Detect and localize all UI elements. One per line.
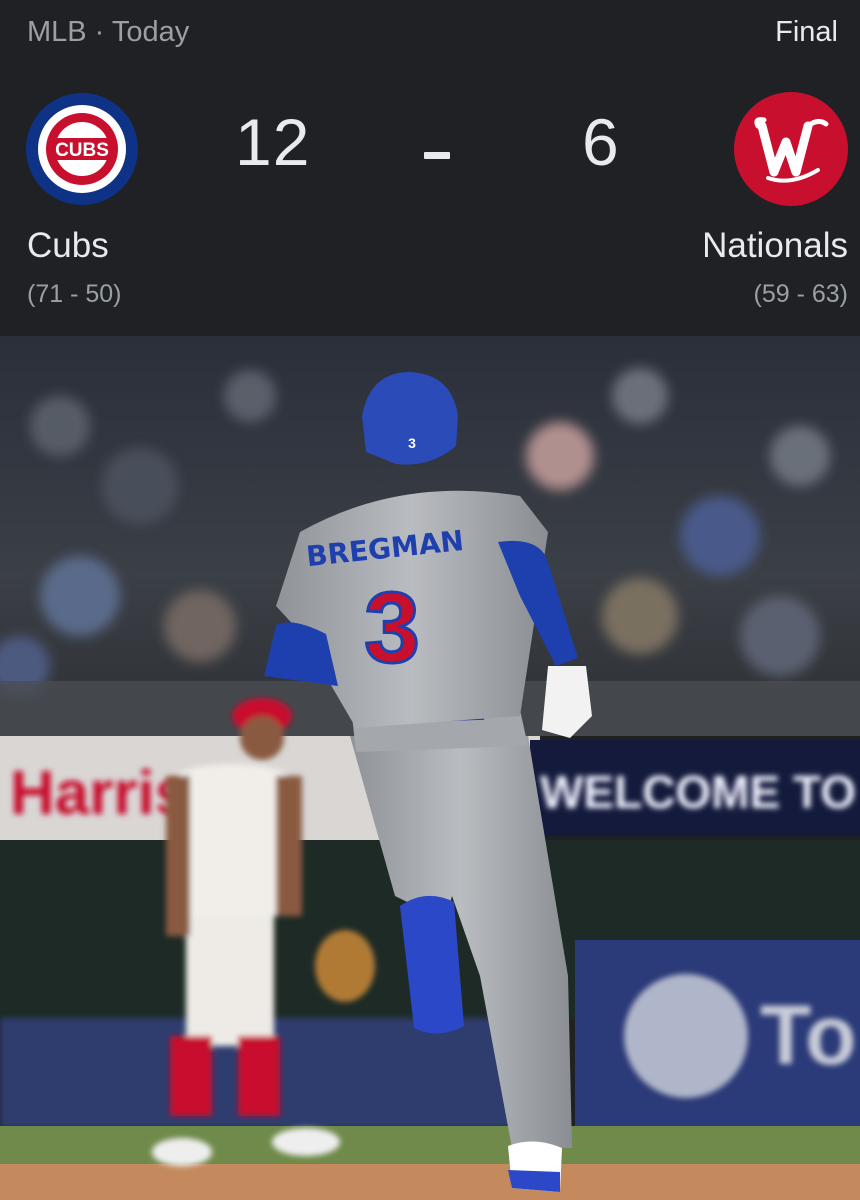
score-card[interactable]: MLB · Today Final CUBS 12 6 Cubs Nationa…	[0, 0, 860, 336]
score-separator	[424, 152, 450, 159]
home-team-name[interactable]: Cubs	[27, 226, 109, 266]
cubs-logo-icon[interactable]: CUBS	[25, 92, 139, 206]
game-status: Final	[775, 16, 838, 48]
away-team-name[interactable]: Nationals	[702, 226, 848, 266]
infield-dirt	[0, 1164, 860, 1200]
home-score: 12	[235, 105, 311, 179]
wall-sign-globe	[624, 974, 748, 1098]
wall-sign-right-text: To	[760, 988, 856, 1082]
away-score: 6	[582, 105, 620, 179]
helmet-number: 3	[408, 435, 416, 451]
jersey-number: 3	[364, 572, 420, 684]
nationals-logo-icon[interactable]	[734, 92, 848, 206]
game-photo[interactable]: Harris WELCOME TO N To	[0, 336, 860, 1200]
cubs-logo-text: CUBS	[55, 140, 109, 161]
outfield-grass	[0, 1126, 860, 1166]
ad-board-left-text: Harris	[10, 759, 189, 828]
home-team-record: (71 - 50)	[27, 280, 122, 308]
scoreboard-banner-text: WELCOME TO N	[540, 766, 860, 818]
league-date-label: MLB · Today	[27, 16, 190, 48]
away-team-record: (59 - 63)	[753, 280, 848, 308]
